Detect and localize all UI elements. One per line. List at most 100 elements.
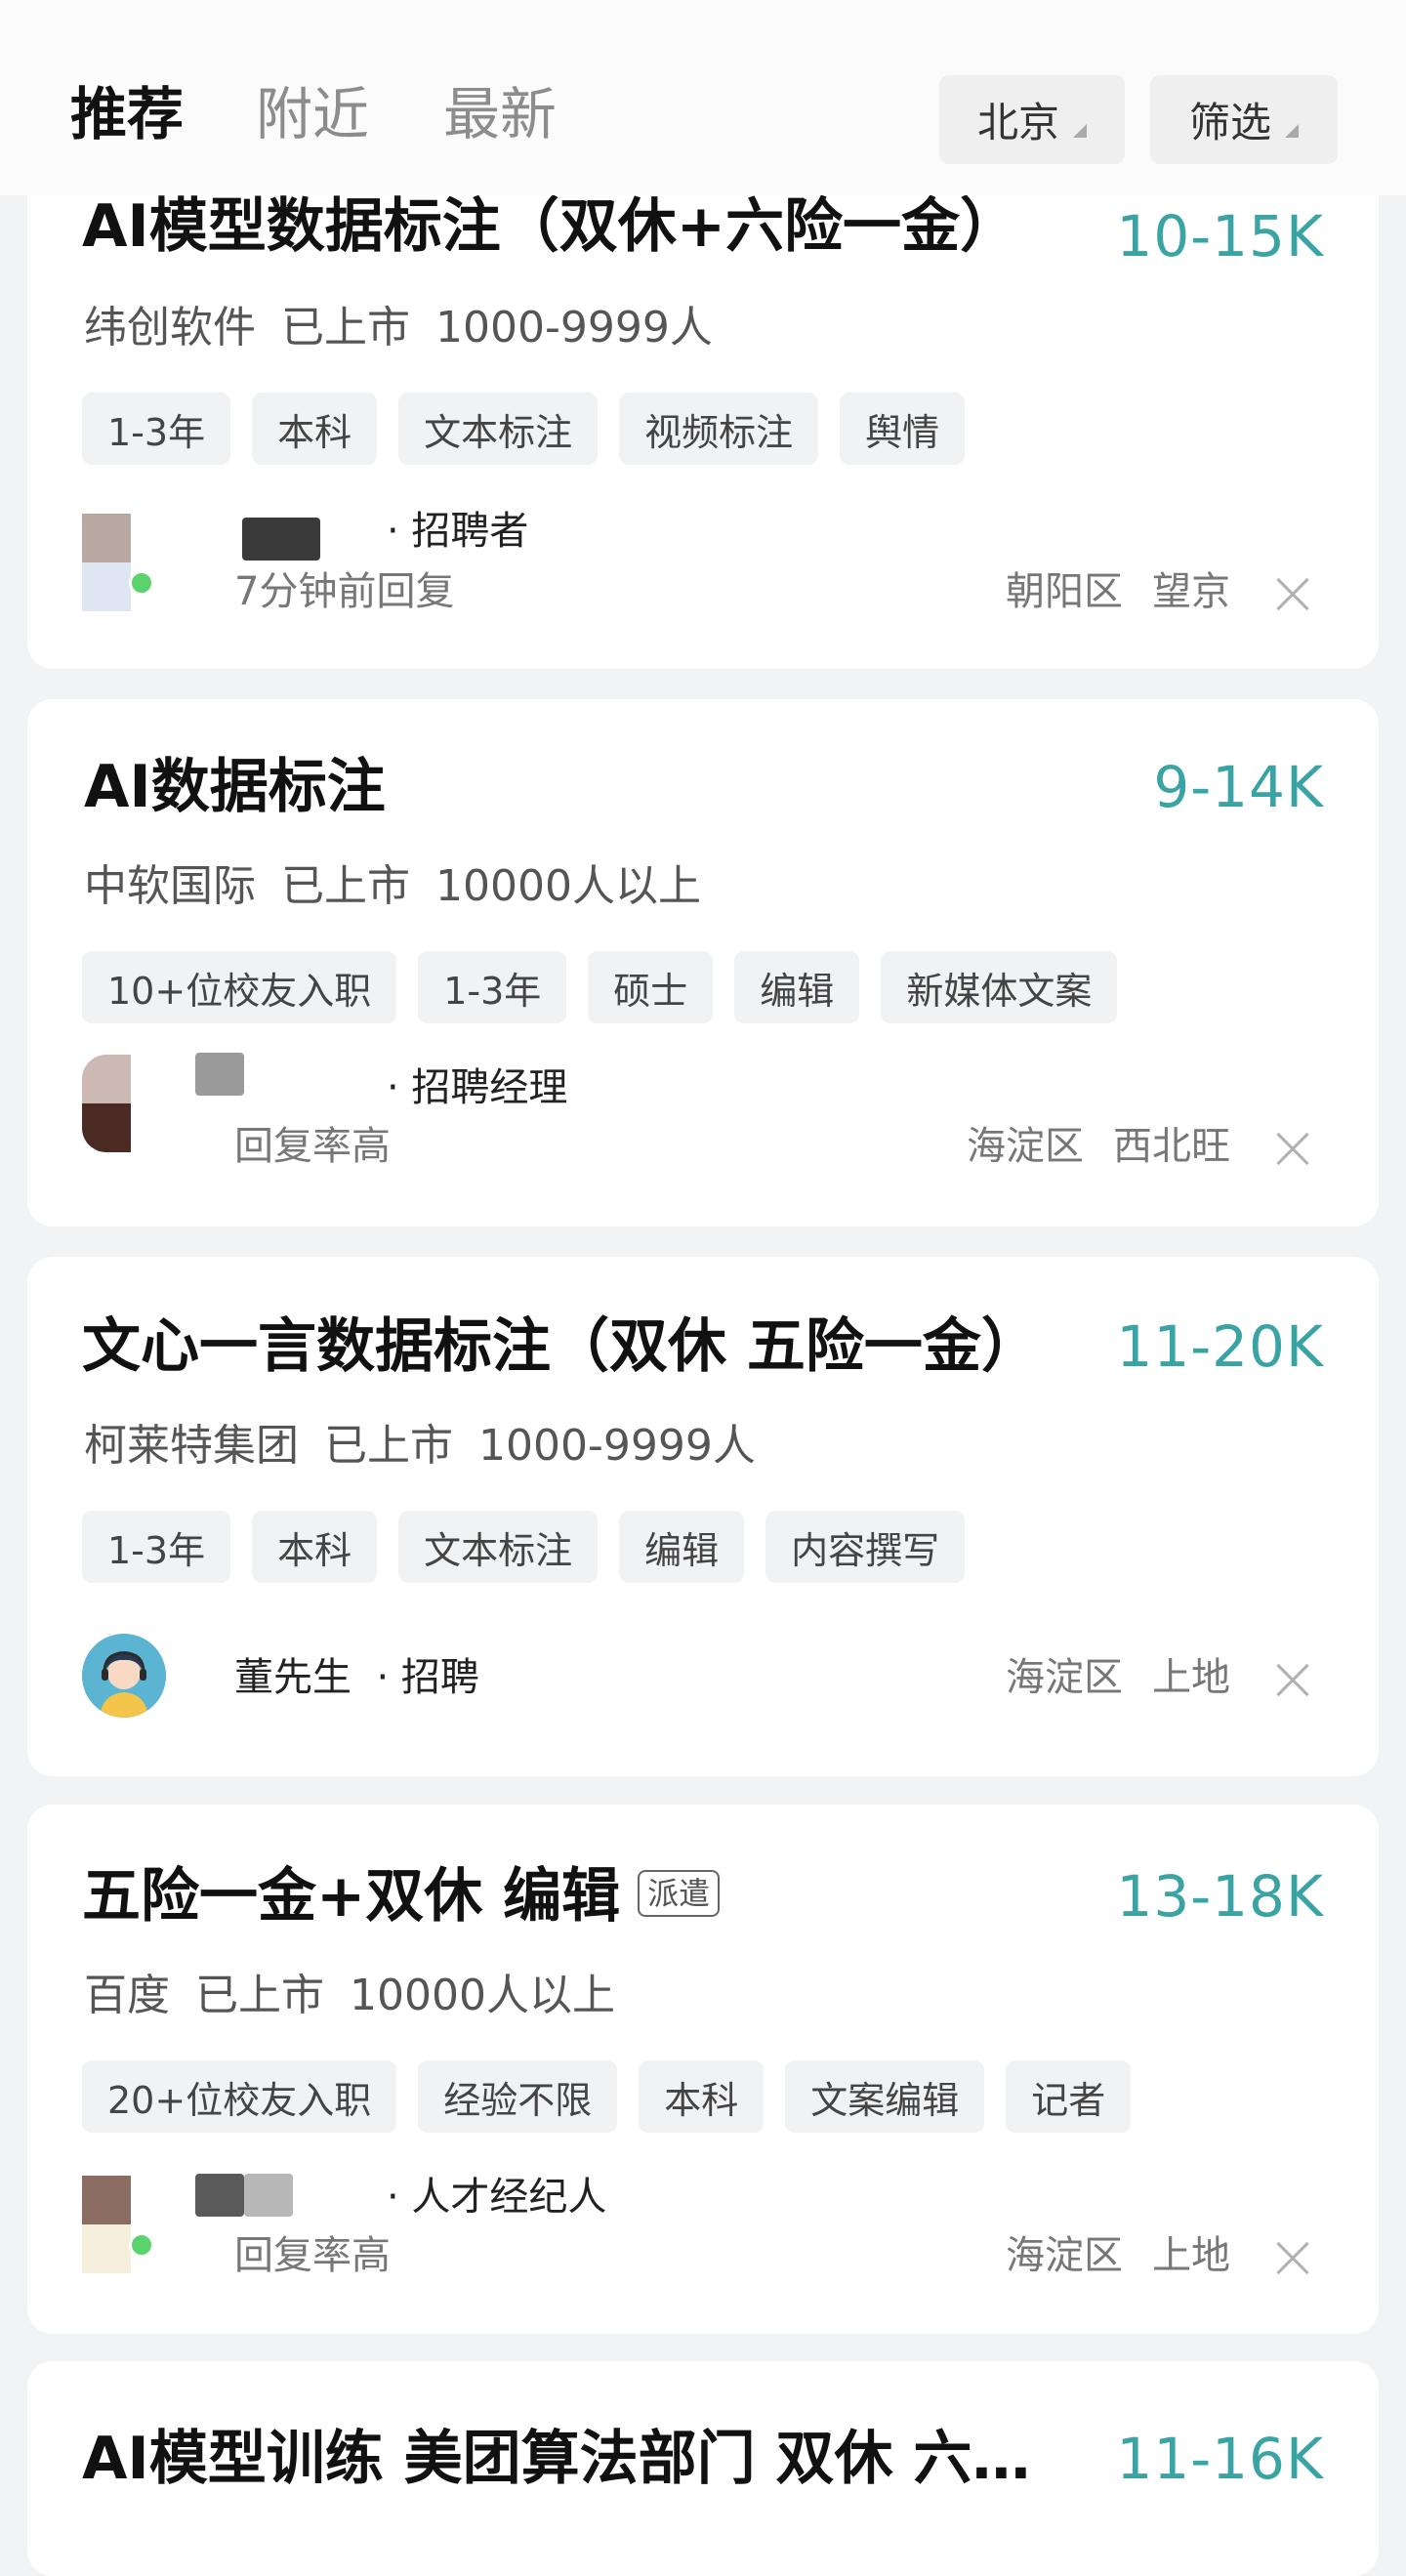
job-location: 海淀区 上地 bbox=[1006, 1650, 1230, 1705]
job-location: 朝阳区 望京 bbox=[1006, 564, 1230, 619]
tag: 视频标注 bbox=[619, 393, 819, 465]
district: 海淀区 bbox=[1006, 1655, 1123, 1700]
company-status: 已上市 bbox=[195, 1971, 324, 2020]
tag: 本科 bbox=[252, 1511, 378, 1583]
tag-list: 10+位校友入职 1-3年 硕士 编辑 新媒体文案 bbox=[82, 951, 1118, 1023]
company-size: 1000-9999人 bbox=[478, 1421, 756, 1471]
job-salary: 11-16K bbox=[1116, 2426, 1324, 2492]
district: 海淀区 bbox=[1006, 2233, 1123, 2278]
company-name: 百度 bbox=[84, 1971, 170, 2020]
job-card[interactable]: AI模型训练 美团算法部门 双休 六… 11-16K bbox=[27, 2361, 1379, 2576]
tag: 本科 bbox=[639, 2060, 765, 2133]
company-info: 百度 已上市 10000人以上 bbox=[84, 1967, 615, 2025]
tag: 1-3年 bbox=[82, 393, 231, 465]
top-header: 推荐 附近 最新 北京 筛选 bbox=[0, 0, 1406, 195]
close-icon[interactable] bbox=[1275, 1662, 1310, 1697]
company-info: 柯莱特集团 已上市 1000-9999人 bbox=[84, 1417, 756, 1475]
area: 望京 bbox=[1152, 569, 1230, 614]
city-label: 北京 bbox=[976, 99, 1059, 146]
redacted-name bbox=[195, 1053, 244, 1096]
dropdown-triangle-icon bbox=[1285, 123, 1299, 138]
job-card[interactable]: 五险一金+双休 编辑 派遣 13-18K 百度 已上市 10000人以上 20+位校友… bbox=[27, 1805, 1379, 2334]
tag-list: 1-3年 本科 文本标注 视频标注 舆情 bbox=[82, 393, 966, 465]
job-title: AI模型数据标注（双休+六险一金） bbox=[82, 192, 1019, 261]
avatar bbox=[82, 1634, 166, 1718]
close-icon[interactable] bbox=[1275, 2240, 1310, 2275]
tag: 舆情 bbox=[840, 393, 966, 465]
tag: 20+位校友入职 bbox=[82, 2060, 397, 2133]
tag: 硕士 bbox=[588, 951, 714, 1023]
tag: 编辑 bbox=[734, 951, 860, 1023]
job-card[interactable]: AI模型数据标注（双休+六险一金） 10-15K 纬创软件 已上市 1000-999… bbox=[27, 117, 1379, 669]
job-title: 文心一言数据标注（双休 五险一金） bbox=[82, 1312, 1040, 1381]
tab-nearby[interactable]: 附近 bbox=[256, 80, 369, 148]
company-name: 纬创软件 bbox=[84, 303, 256, 353]
tab-recommend[interactable]: 推荐 bbox=[70, 80, 184, 148]
tag: 新媒体文案 bbox=[881, 951, 1118, 1023]
tag: 记者 bbox=[1006, 2060, 1132, 2133]
job-salary: 10-15K bbox=[1116, 203, 1324, 270]
company-status: 已上市 bbox=[281, 861, 410, 911]
tab-latest[interactable]: 最新 bbox=[443, 80, 557, 148]
company-size: 10000人以上 bbox=[435, 861, 701, 911]
close-icon[interactable] bbox=[1275, 1131, 1310, 1166]
job-location: 海淀区 西北旺 bbox=[967, 1119, 1230, 1174]
area: 上地 bbox=[1152, 2233, 1230, 2278]
reply-status: 回复率高 bbox=[234, 1124, 391, 1169]
tag: 1-3年 bbox=[82, 1511, 231, 1583]
job-salary: 11-20K bbox=[1116, 1313, 1324, 1380]
recruiter-role: · 招聘 bbox=[376, 1655, 479, 1700]
job-title-text: 五险一金+双休 编辑 bbox=[82, 1862, 621, 1931]
recruiter-avatar-icon bbox=[82, 1634, 166, 1718]
job-title: AI模型训练 美团算法部门 双休 六… bbox=[82, 2425, 1031, 2493]
recruiter-name: 董先生 · 招聘 bbox=[234, 1650, 479, 1705]
company-name: 柯莱特集团 bbox=[84, 1421, 299, 1471]
company-size: 10000人以上 bbox=[350, 1971, 615, 2020]
job-location: 海淀区 上地 bbox=[1006, 2228, 1230, 2283]
tag-list: 20+位校友入职 经验不限 本科 文案编辑 记者 bbox=[82, 2060, 1132, 2133]
online-dot-icon bbox=[129, 570, 154, 596]
tag: 1-3年 bbox=[418, 951, 567, 1023]
tag: 文本标注 bbox=[398, 393, 599, 465]
district: 海淀区 bbox=[967, 1124, 1084, 1169]
company-info: 中软国际 已上市 10000人以上 bbox=[84, 857, 701, 916]
tag: 本科 bbox=[252, 393, 378, 465]
dropdown-triangle-icon bbox=[1073, 123, 1087, 138]
company-info: 纬创软件 已上市 1000-9999人 bbox=[84, 299, 713, 357]
tag-list: 1-3年 本科 文本标注 编辑 内容撰写 bbox=[82, 1511, 966, 1583]
close-icon[interactable] bbox=[1275, 576, 1310, 611]
job-title: 五险一金+双休 编辑 派遣 bbox=[82, 1857, 721, 1935]
tag: 内容撰写 bbox=[765, 1511, 966, 1583]
job-card[interactable]: 文心一言数据标注（双休 五险一金） 11-20K 柯莱特集团 已上市 1000-99… bbox=[27, 1257, 1379, 1776]
redacted-name bbox=[242, 518, 320, 561]
avatar bbox=[82, 1055, 164, 1152]
job-salary: 13-18K bbox=[1116, 1863, 1324, 1930]
recruiter-role: · 人才经纪人 bbox=[387, 2175, 607, 2220]
job-salary: 9-14K bbox=[1153, 754, 1324, 820]
avatar bbox=[82, 2176, 164, 2273]
filter-label: 筛选 bbox=[1188, 99, 1271, 146]
job-card[interactable]: AI数据标注 9-14K 中软国际 已上市 10000人以上 10+位校友入职 1-… bbox=[27, 699, 1379, 1226]
company-status: 已上市 bbox=[281, 303, 410, 353]
avatar bbox=[82, 514, 164, 611]
tag: 文案编辑 bbox=[785, 2060, 985, 2133]
recruiter-role: · 招聘者 bbox=[387, 509, 529, 554]
online-dot-icon bbox=[129, 2232, 154, 2258]
tag: 经验不限 bbox=[418, 2060, 618, 2133]
district: 朝阳区 bbox=[1006, 569, 1123, 614]
redacted-name bbox=[244, 2174, 293, 2217]
company-name: 中软国际 bbox=[84, 861, 256, 911]
filter-button[interactable]: 筛选 bbox=[1150, 75, 1338, 164]
recruiter-role: · 招聘经理 bbox=[387, 1065, 568, 1110]
redacted-name bbox=[195, 2174, 244, 2217]
job-title: AI数据标注 bbox=[84, 753, 386, 821]
recruiter-fullname: 董先生 bbox=[234, 1655, 352, 1700]
tag: 编辑 bbox=[619, 1511, 745, 1583]
company-size: 1000-9999人 bbox=[435, 303, 713, 353]
city-button[interactable]: 北京 bbox=[939, 75, 1125, 164]
company-status: 已上市 bbox=[324, 1421, 453, 1471]
dispatch-badge: 派遣 bbox=[638, 1870, 721, 1918]
area: 西北旺 bbox=[1113, 1124, 1230, 1169]
reply-status: 7分钟前回复 bbox=[234, 569, 455, 614]
reply-status: 回复率高 bbox=[234, 2233, 391, 2278]
